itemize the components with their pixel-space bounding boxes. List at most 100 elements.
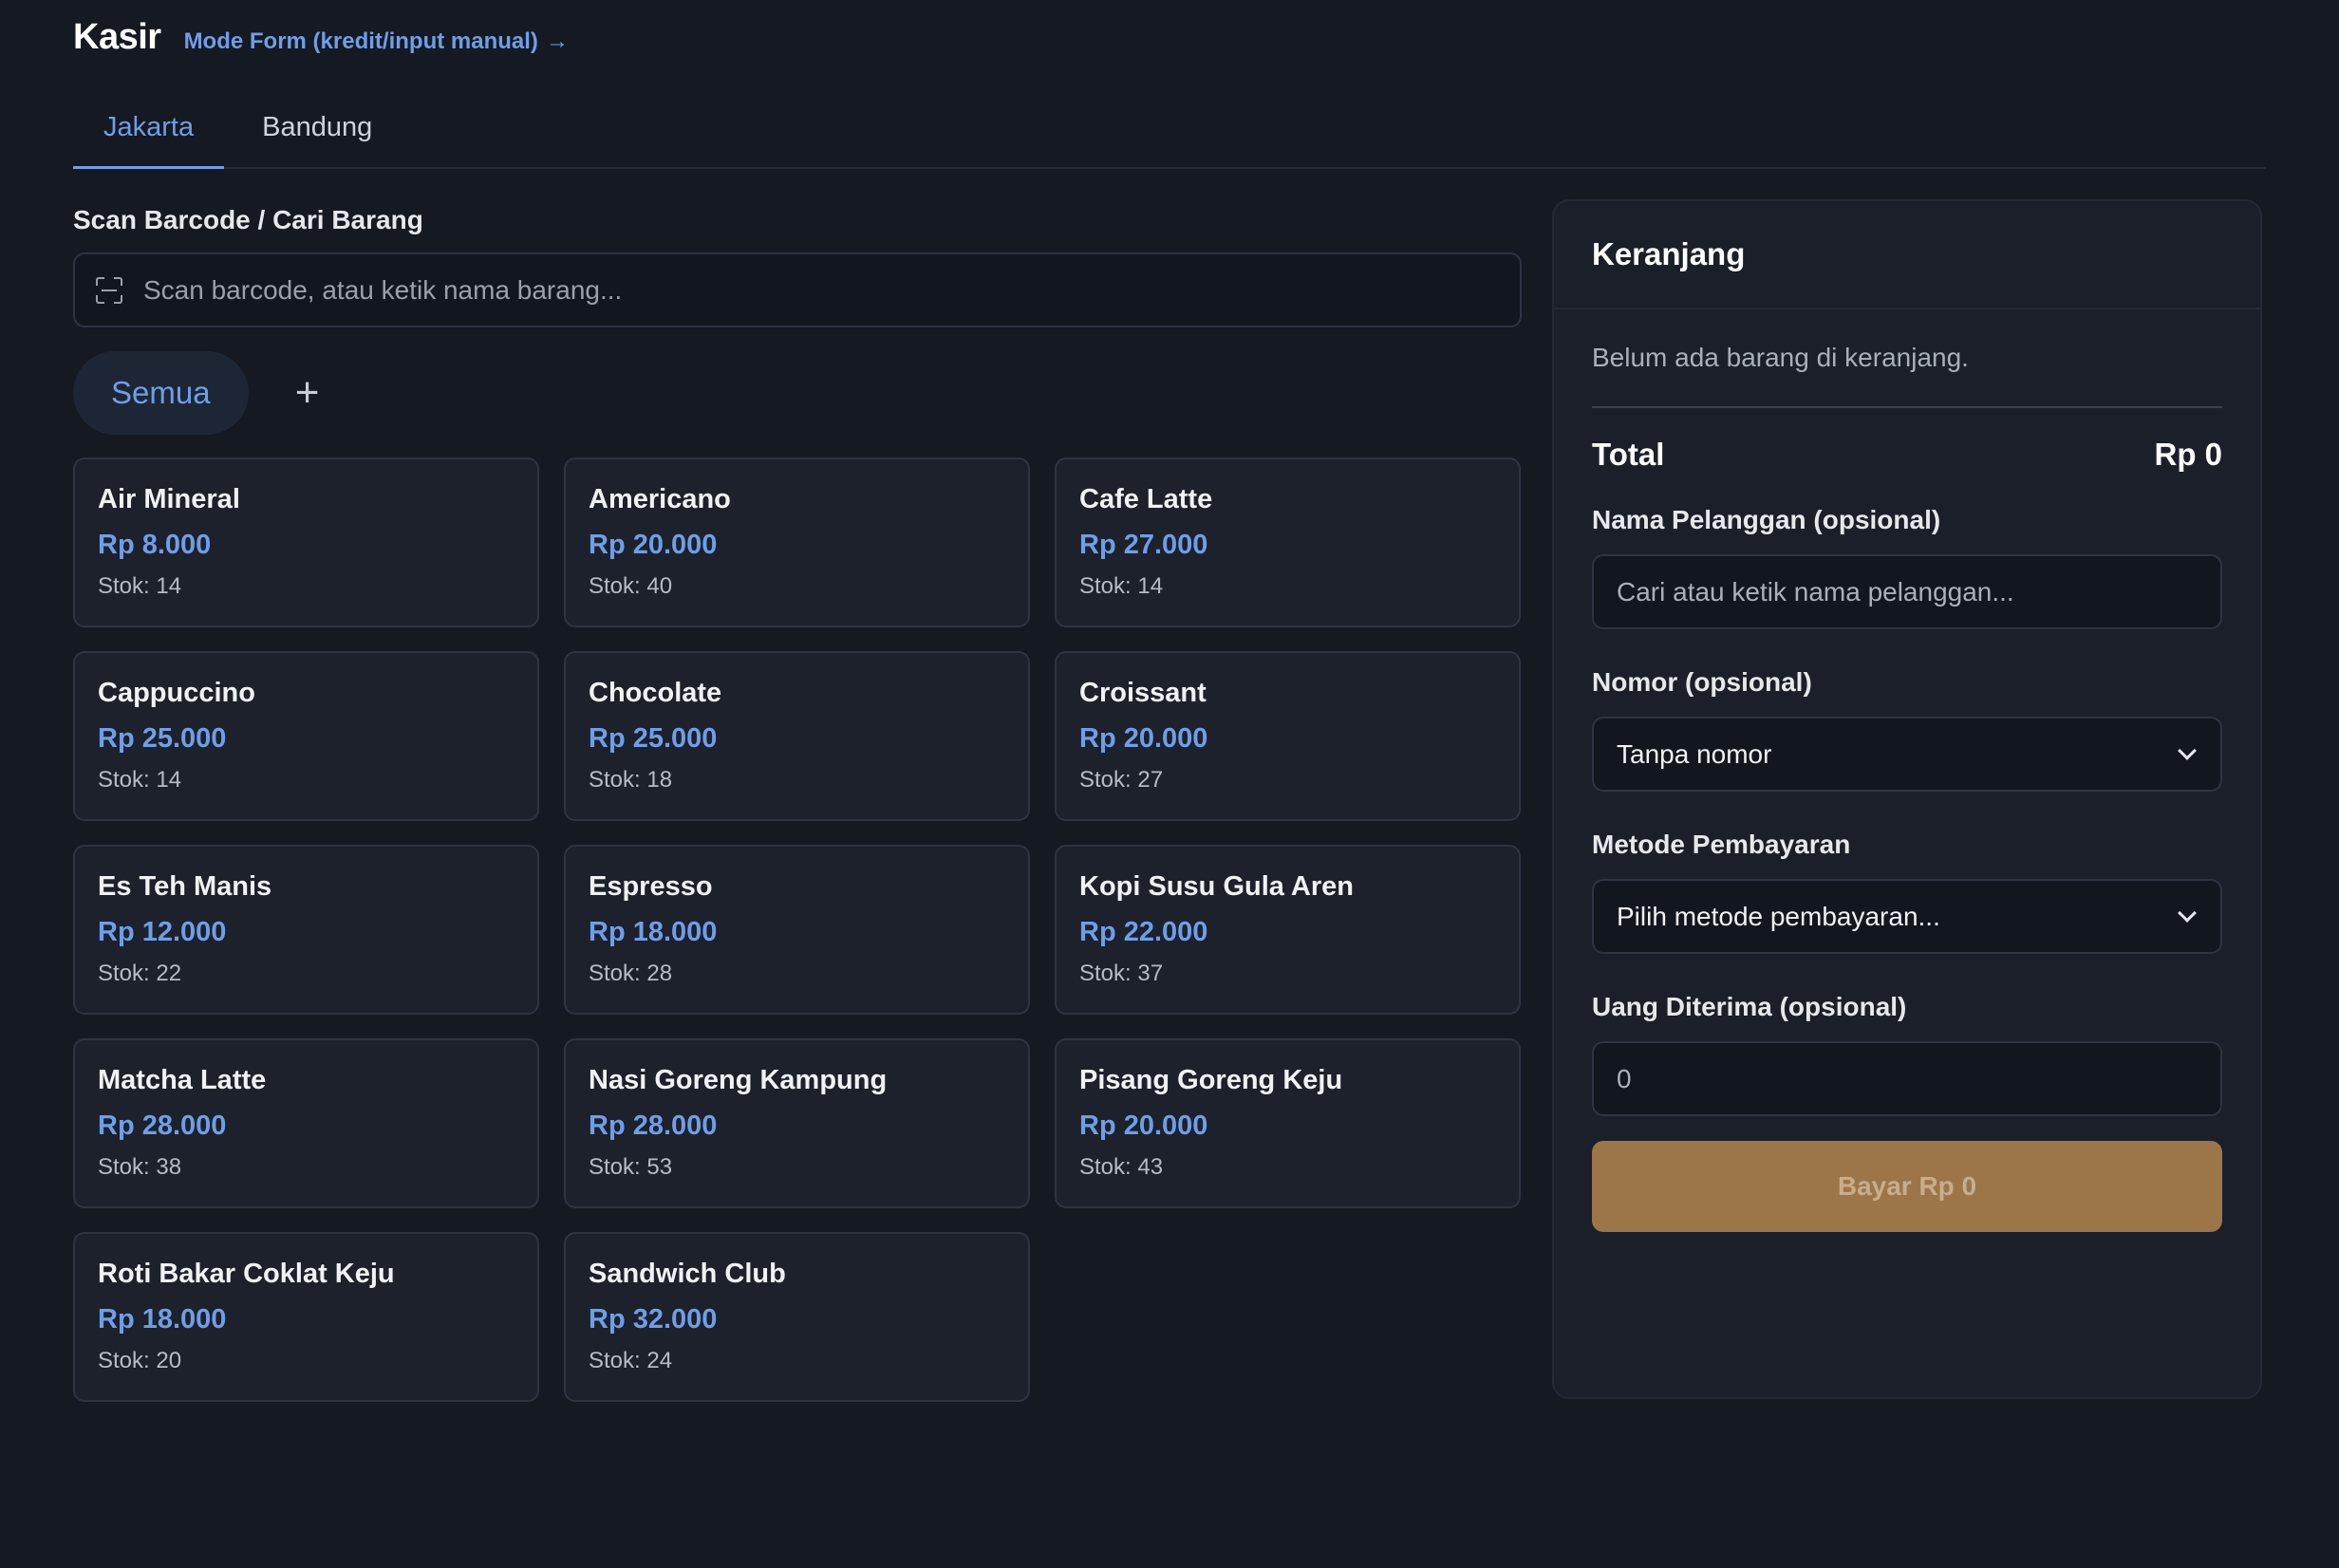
number-select-value: Tanpa nomor — [1617, 738, 1772, 769]
plus-icon: + — [294, 369, 320, 416]
catalog-panel: Scan Barcode / Cari Barang Semua + Air M… — [73, 199, 1522, 1402]
cart-header: Keranjang — [1554, 201, 2260, 309]
product-card[interactable]: Cafe Latte Rp 27.000 Stok: 14 — [1055, 457, 1521, 627]
cash-received-field[interactable] — [1592, 1041, 2222, 1116]
product-price: Rp 8.000 — [98, 530, 212, 560]
product-card[interactable]: Roti Bakar Coklat Keju Rp 18.000 Stok: 2… — [73, 1232, 539, 1402]
product-card[interactable]: Pisang Goreng Keju Rp 20.000 Stok: 43 — [1055, 1038, 1521, 1208]
header: Kasir Mode Form (kredit/input manual) → — [73, 0, 2266, 87]
chevron-down-icon — [2178, 740, 2197, 760]
product-price: Rp 18.000 — [98, 1304, 227, 1335]
product-name: Espresso — [589, 871, 713, 902]
product-name: Sandwich Club — [589, 1259, 786, 1289]
customer-input[interactable] — [1617, 576, 2198, 607]
product-price: Rp 28.000 — [98, 1111, 227, 1141]
cart-panel: Keranjang Belum ada barang di keranjang.… — [1552, 199, 2262, 1399]
product-card[interactable]: Croissant Rp 20.000 Stok: 27 — [1055, 651, 1521, 821]
category-all[interactable]: Semua — [73, 351, 249, 435]
product-card[interactable]: Chocolate Rp 25.000 Stok: 18 — [564, 651, 1030, 821]
product-card[interactable]: Es Teh Manis Rp 12.000 Stok: 22 — [73, 845, 539, 1015]
product-card[interactable]: Matcha Latte Rp 28.000 Stok: 38 — [73, 1038, 539, 1208]
pay-button[interactable]: Bayar Rp 0 — [1592, 1141, 2222, 1232]
total-value: Rp 0 — [2154, 437, 2222, 472]
product-card[interactable]: Nasi Goreng Kampung Rp 28.000 Stok: 53 — [564, 1038, 1030, 1208]
product-grid: Air Mineral Rp 8.000 Stok: 14 Americano … — [73, 457, 1522, 1402]
product-card[interactable]: Espresso Rp 18.000 Stok: 28 — [564, 845, 1030, 1015]
branch-tabs: Jakarta Bandung — [73, 87, 2266, 169]
add-category-button[interactable]: + — [277, 363, 338, 423]
barcode-scan-icon — [96, 276, 122, 304]
tab-jakarta[interactable]: Jakarta — [73, 87, 225, 169]
payment-method-select[interactable]: Pilih metode pembayaran... — [1592, 879, 2222, 954]
product-stock: Stok: 28 — [589, 961, 673, 986]
number-label: Nomor (opsional) — [1592, 667, 1812, 697]
product-stock: Stok: 37 — [1079, 961, 1164, 986]
product-price: Rp 22.000 — [1079, 917, 1208, 947]
search-input[interactable] — [143, 274, 1499, 306]
total-label: Total — [1592, 437, 1665, 472]
product-name: Nasi Goreng Kampung — [589, 1065, 888, 1095]
cash-received-label: Uang Diterima (opsional) — [1592, 992, 1907, 1021]
product-stock: Stok: 24 — [589, 1348, 673, 1373]
product-stock: Stok: 14 — [98, 767, 182, 793]
product-name: Roti Bakar Coklat Keju — [98, 1259, 395, 1289]
product-card[interactable]: Air Mineral Rp 8.000 Stok: 14 — [73, 457, 539, 627]
payment-method-value: Pilih metode pembayaran... — [1617, 901, 1940, 931]
pos-page: Kasir Mode Form (kredit/input manual) → J… — [0, 0, 2339, 1568]
product-price: Rp 25.000 — [589, 723, 718, 754]
product-price: Rp 20.000 — [589, 530, 718, 560]
cart-title: Keranjang — [1592, 236, 1746, 271]
payment-method-label: Metode Pembayaran — [1592, 830, 1851, 859]
product-stock: Stok: 14 — [1079, 573, 1164, 599]
product-price: Rp 20.000 — [1079, 1111, 1208, 1141]
search-box[interactable] — [73, 252, 1522, 327]
product-name: Chocolate — [589, 678, 722, 708]
mode-form-link-label: Mode Form (kredit/input manual) — [183, 28, 538, 54]
cart-body: Belum ada barang di keranjang. Total Rp … — [1554, 309, 2260, 1232]
product-card[interactable]: Kopi Susu Gula Aren Rp 22.000 Stok: 37 — [1055, 845, 1521, 1015]
product-stock: Stok: 40 — [589, 573, 673, 599]
product-price: Rp 32.000 — [589, 1304, 718, 1335]
product-stock: Stok: 20 — [98, 1348, 182, 1373]
main-area: Scan Barcode / Cari Barang Semua + Air M… — [73, 199, 2266, 1402]
search-label: Scan Barcode / Cari Barang — [73, 205, 423, 234]
product-name: Cappuccino — [98, 678, 255, 708]
product-price: Rp 18.000 — [589, 917, 718, 947]
product-stock: Stok: 14 — [98, 573, 182, 599]
number-select[interactable]: Tanpa nomor — [1592, 717, 2222, 792]
product-card[interactable]: Americano Rp 20.000 Stok: 40 — [564, 457, 1030, 627]
product-stock: Stok: 22 — [98, 961, 182, 986]
product-name: Matcha Latte — [98, 1065, 267, 1095]
cash-received-input[interactable] — [1617, 1063, 2198, 1094]
product-card[interactable]: Sandwich Club Rp 32.000 Stok: 24 — [564, 1232, 1030, 1402]
arrow-right-icon: → — [545, 28, 569, 54]
product-name: Kopi Susu Gula Aren — [1079, 871, 1354, 902]
page-title: Kasir — [73, 17, 161, 57]
total-row: Total Rp 0 — [1592, 408, 2222, 501]
product-price: Rp 28.000 — [589, 1111, 718, 1141]
chevron-down-icon — [2178, 903, 2197, 923]
product-card[interactable]: Cappuccino Rp 25.000 Stok: 14 — [73, 651, 539, 821]
category-bar: Semua + — [73, 351, 1522, 435]
product-price: Rp 27.000 — [1079, 530, 1208, 560]
product-price: Rp 25.000 — [98, 723, 227, 754]
product-stock: Stok: 43 — [1079, 1154, 1164, 1180]
product-name: Pisang Goreng Keju — [1079, 1065, 1343, 1095]
product-name: Croissant — [1079, 678, 1207, 708]
product-name: Americano — [589, 484, 731, 514]
product-price: Rp 20.000 — [1079, 723, 1208, 754]
cart-empty-message: Belum ada barang di keranjang. — [1592, 309, 2222, 408]
product-stock: Stok: 38 — [98, 1154, 182, 1180]
product-name: Cafe Latte — [1079, 484, 1213, 514]
cart-column: Keranjang Belum ada barang di keranjang.… — [1552, 199, 2262, 1402]
product-stock: Stok: 53 — [589, 1154, 673, 1180]
product-stock: Stok: 27 — [1079, 767, 1164, 793]
customer-label: Nama Pelanggan (opsional) — [1592, 505, 1941, 534]
product-stock: Stok: 18 — [589, 767, 673, 793]
tab-bandung[interactable]: Bandung — [232, 87, 402, 167]
product-name: Es Teh Manis — [98, 871, 272, 902]
product-name: Air Mineral — [98, 484, 240, 514]
product-price: Rp 12.000 — [98, 917, 227, 947]
mode-form-link[interactable]: Mode Form (kredit/input manual) → — [184, 28, 569, 55]
customer-field[interactable] — [1592, 554, 2222, 629]
